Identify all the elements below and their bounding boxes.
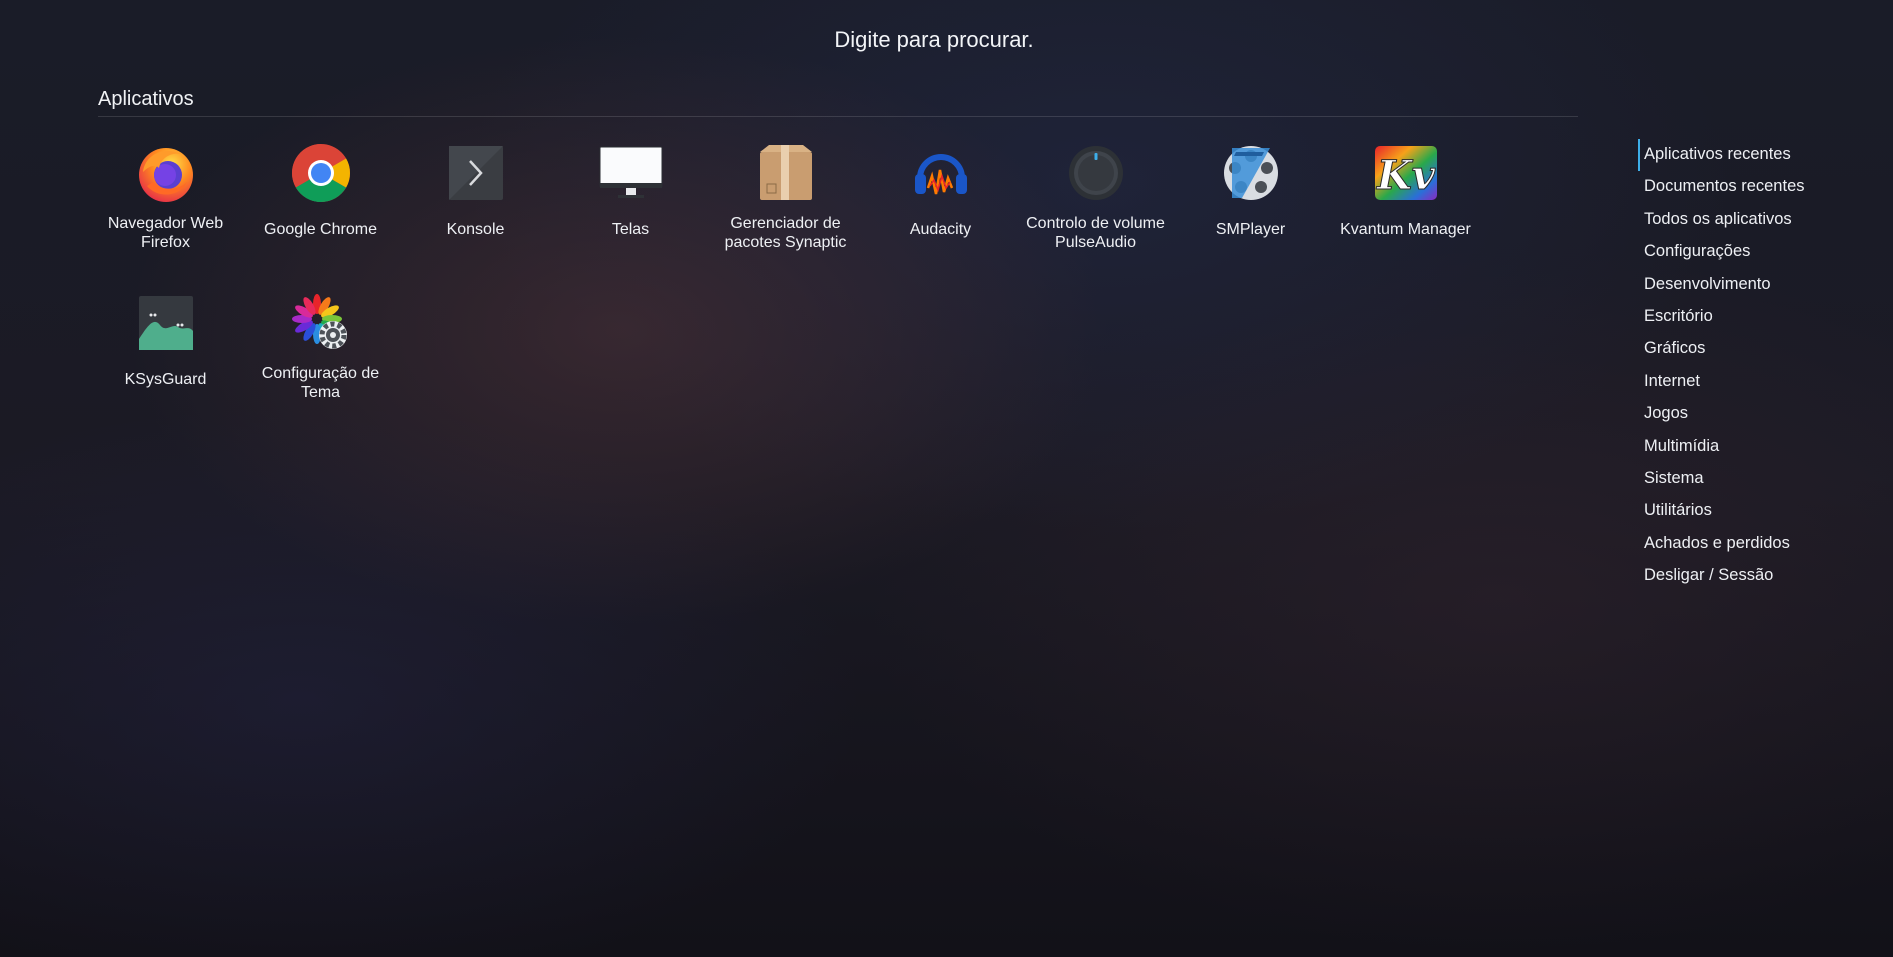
- app-label: Configuração de Tema: [261, 365, 380, 401]
- category-settings[interactable]: Configurações: [1638, 236, 1878, 268]
- category-all-apps[interactable]: Todos os aplicativos: [1638, 204, 1878, 236]
- app-tile-chrome[interactable]: Google Chrome: [243, 140, 398, 290]
- category-lost-and-found[interactable]: Achados e perdidos: [1638, 528, 1878, 560]
- app-tile-firefox[interactable]: Navegador Web Firefox: [88, 140, 243, 290]
- package-box-icon: [753, 140, 819, 206]
- section-divider: [98, 116, 1578, 117]
- category-recent-documents[interactable]: Documentos recentes: [1638, 171, 1878, 203]
- app-tile-synaptic[interactable]: Gerenciador de pacotes Synaptic: [708, 140, 863, 290]
- app-tile-konsole[interactable]: Konsole: [398, 140, 553, 290]
- app-label: Google Chrome: [264, 221, 377, 238]
- category-system[interactable]: Sistema: [1638, 463, 1878, 495]
- app-label: KSysGuard: [124, 371, 207, 388]
- category-power-session[interactable]: Desligar / Sessão: [1638, 560, 1878, 592]
- category-development[interactable]: Desenvolvimento: [1638, 269, 1878, 301]
- category-graphics[interactable]: Gráficos: [1638, 333, 1878, 365]
- category-list: Aplicativos recentes Documentos recentes…: [1638, 139, 1878, 592]
- search-hint: Digite para procurar.: [834, 27, 1034, 52]
- svg-text:Kv: Kv: [1375, 152, 1435, 199]
- app-label: Kvantum Manager: [1340, 221, 1471, 238]
- app-tile-ksysguard[interactable]: KSysGuard: [88, 290, 243, 440]
- volume-knob-icon: [1063, 140, 1129, 206]
- theme-config-icon: [288, 290, 354, 356]
- category-office[interactable]: Escritório: [1638, 301, 1878, 333]
- app-label: Controlo de volume PulseAudio: [1026, 215, 1165, 251]
- app-grid: Navegador Web Firefox Google Chrome Kons: [88, 140, 1578, 440]
- category-recent-apps[interactable]: Aplicativos recentes: [1638, 139, 1878, 172]
- category-games[interactable]: Jogos: [1638, 398, 1878, 430]
- kvantum-icon: Kv: [1373, 140, 1439, 206]
- app-tile-pulseaudio[interactable]: Controlo de volume PulseAudio: [1018, 140, 1173, 290]
- app-tile-smplayer[interactable]: SMPlayer: [1173, 140, 1328, 290]
- section-title: Aplicativos: [98, 88, 194, 110]
- category-utilities[interactable]: Utilitários: [1638, 495, 1878, 527]
- app-label: Navegador Web Firefox: [107, 215, 224, 251]
- monitor-icon: [598, 140, 664, 206]
- category-internet[interactable]: Internet: [1638, 366, 1878, 398]
- konsole-icon: [443, 140, 509, 206]
- firefox-icon: [133, 140, 199, 206]
- smplayer-icon: [1218, 140, 1284, 206]
- app-label: Konsole: [446, 221, 505, 238]
- app-label: Telas: [611, 221, 650, 238]
- app-tile-kvantum[interactable]: Kv Kvantum Manager: [1328, 140, 1483, 290]
- app-label: Gerenciador de pacotes Synaptic: [724, 215, 847, 251]
- app-label: SMPlayer: [1215, 221, 1286, 238]
- chrome-icon: [288, 140, 354, 206]
- category-multimedia[interactable]: Multimídia: [1638, 431, 1878, 463]
- app-label: Audacity: [909, 221, 972, 238]
- audacity-icon: [908, 140, 974, 206]
- app-tile-theme-config[interactable]: Configuração de Tema: [243, 290, 398, 440]
- app-tile-audacity[interactable]: Audacity: [863, 140, 1018, 290]
- app-tile-telas[interactable]: Telas: [553, 140, 708, 290]
- ksysguard-icon: [133, 290, 199, 356]
